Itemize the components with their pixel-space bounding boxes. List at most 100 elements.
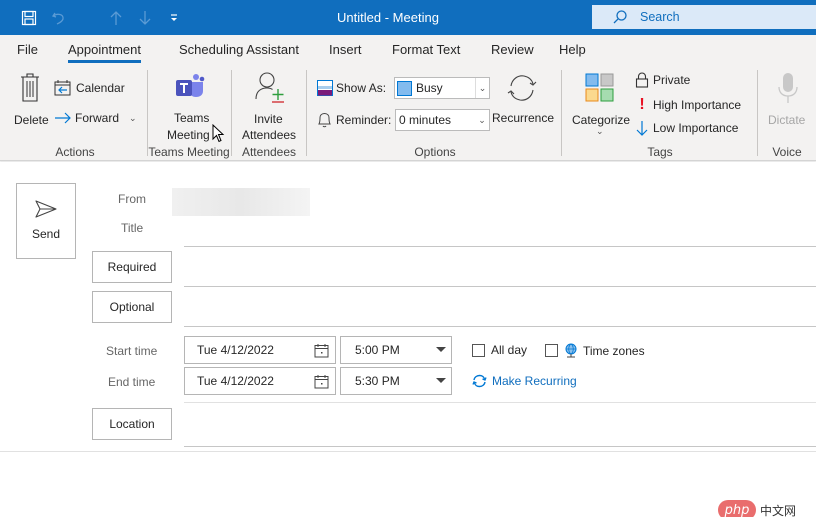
teams-meeting-button[interactable]: Teams Meeting — [160, 71, 218, 142]
high-importance-label: High Importance — [653, 98, 742, 112]
calendar-icon — [54, 80, 71, 96]
tab-help[interactable]: Help — [559, 42, 586, 57]
down-arrow-icon[interactable] — [135, 8, 155, 28]
start-date-value: Tue 4/12/2022 — [197, 343, 274, 357]
private-label: Private — [653, 73, 691, 87]
undo-icon[interactable] — [49, 8, 69, 28]
ribbon-tabs: File Appointment Scheduling Assistant In… — [0, 35, 816, 65]
group-label-options: Options — [414, 145, 456, 159]
optional-button[interactable]: Optional — [92, 291, 172, 323]
dropdown-arrow-icon — [436, 347, 446, 352]
reminder-dropdown[interactable]: 0 minutes ⌄ — [395, 109, 490, 131]
reminder-text: Reminder: — [336, 113, 392, 127]
start-time-label: Start time — [106, 344, 158, 358]
search-placeholder: Search — [640, 10, 680, 24]
send-icon — [35, 200, 57, 218]
search-input[interactable]: Search — [592, 5, 816, 29]
show-as-label: Show As: — [317, 80, 386, 96]
invite-label-1: Invite — [254, 112, 283, 126]
group-label-voice: Voice — [772, 145, 802, 159]
end-date-picker[interactable]: Tue 4/12/2022 — [184, 367, 336, 395]
make-recurring-link[interactable]: Make Recurring — [472, 374, 577, 388]
recurrence-button[interactable]: Recurrence — [490, 69, 554, 129]
teams-icon — [176, 74, 205, 97]
time-section-divider — [184, 402, 816, 403]
calendar-label: Calendar — [76, 80, 125, 95]
show-as-dropdown[interactable]: Busy ⌄ — [394, 77, 490, 99]
title-underline — [184, 246, 816, 247]
calendar-icon — [314, 344, 329, 358]
down-arrow-icon — [636, 121, 648, 136]
group-label-teams-meeting: Teams Meeting — [148, 145, 230, 159]
send-button[interactable]: Send — [16, 183, 76, 259]
chevron-down-icon: ⌄ — [475, 78, 489, 98]
invite-attendees-button[interactable]: Invite Attendees — [240, 71, 298, 142]
end-time-label: End time — [108, 375, 156, 389]
message-body[interactable] — [0, 452, 816, 517]
delete-label: Delete — [14, 113, 49, 127]
up-arrow-icon[interactable] — [106, 8, 126, 28]
end-date-value: Tue 4/12/2022 — [197, 374, 274, 388]
tab-scheduling-assistant[interactable]: Scheduling Assistant — [179, 42, 299, 57]
tab-format-text[interactable]: Format Text — [392, 42, 460, 57]
send-label: Send — [31, 227, 61, 241]
time-zones-checkbox[interactable]: Time zones — [545, 343, 645, 358]
start-date-picker[interactable]: Tue 4/12/2022 — [184, 336, 336, 364]
delete-button[interactable]: Delete — [12, 71, 49, 131]
show-as-text: Show As: — [336, 81, 387, 95]
save-icon[interactable] — [19, 8, 39, 28]
exclamation-icon: ! — [639, 96, 645, 113]
start-time-value: 5:00 PM — [355, 343, 400, 357]
start-time-dropdown[interactable]: 5:00 PM — [340, 336, 452, 364]
tab-review[interactable]: Review — [491, 42, 534, 57]
group-divider — [306, 70, 307, 156]
from-field[interactable] — [172, 188, 310, 216]
group-label-attendees: Attendees — [241, 145, 297, 159]
busy-swatch — [397, 80, 412, 96]
categorize-button[interactable]: Categorize ⌄ — [568, 71, 632, 141]
microphone-icon — [778, 73, 798, 103]
tab-insert[interactable]: Insert — [329, 42, 362, 57]
required-underline — [184, 286, 816, 287]
watermark-text: 中文网 — [760, 503, 797, 517]
group-divider — [561, 70, 562, 156]
forward-button[interactable]: Forward ⌄ — [54, 111, 137, 125]
all-day-box[interactable] — [472, 343, 485, 357]
group-label-tags: Tags — [647, 145, 673, 159]
customize-qat-icon[interactable] — [164, 8, 184, 28]
location-button[interactable]: Location — [92, 408, 172, 440]
watermark: php 中文网 — [718, 500, 796, 517]
end-time-dropdown[interactable]: 5:30 PM — [340, 367, 452, 395]
tab-file[interactable]: File — [17, 42, 38, 57]
dictate-button[interactable]: Dictate — [764, 71, 812, 141]
title-label: Title — [121, 221, 144, 235]
chevron-down-icon: ⌄ — [478, 114, 486, 125]
calendar-button[interactable]: Calendar — [54, 79, 125, 96]
optional-underline — [184, 326, 816, 327]
all-day-label: All day — [491, 343, 528, 357]
high-importance-button[interactable]: ! High Importance — [635, 96, 741, 114]
show-as-icon — [317, 80, 333, 96]
group-divider — [231, 70, 232, 156]
time-zones-box[interactable] — [545, 344, 558, 357]
recurrence-icon — [507, 75, 537, 101]
required-button[interactable]: Required — [92, 251, 172, 283]
tab-appointment[interactable]: Appointment — [68, 42, 141, 63]
invite-attendees-icon — [255, 72, 284, 103]
location-underline — [184, 446, 816, 447]
private-button[interactable]: Private — [635, 72, 690, 88]
title-input[interactable] — [184, 217, 816, 245]
location-input[interactable] — [184, 408, 816, 442]
low-importance-button[interactable]: Low Importance — [635, 120, 738, 136]
show-as-value: Busy — [416, 81, 443, 95]
forward-dropdown-icon[interactable]: ⌄ — [129, 113, 137, 124]
categorize-icon — [585, 73, 614, 102]
required-input[interactable] — [184, 251, 816, 283]
reminder-value: 0 minutes — [399, 113, 452, 127]
from-label: From — [118, 192, 146, 206]
optional-input[interactable] — [184, 291, 816, 323]
watermark-badge: php — [718, 500, 756, 517]
reminder-label: Reminder: — [317, 112, 391, 128]
group-divider — [147, 70, 148, 156]
all-day-checkbox[interactable]: All day — [472, 343, 527, 357]
